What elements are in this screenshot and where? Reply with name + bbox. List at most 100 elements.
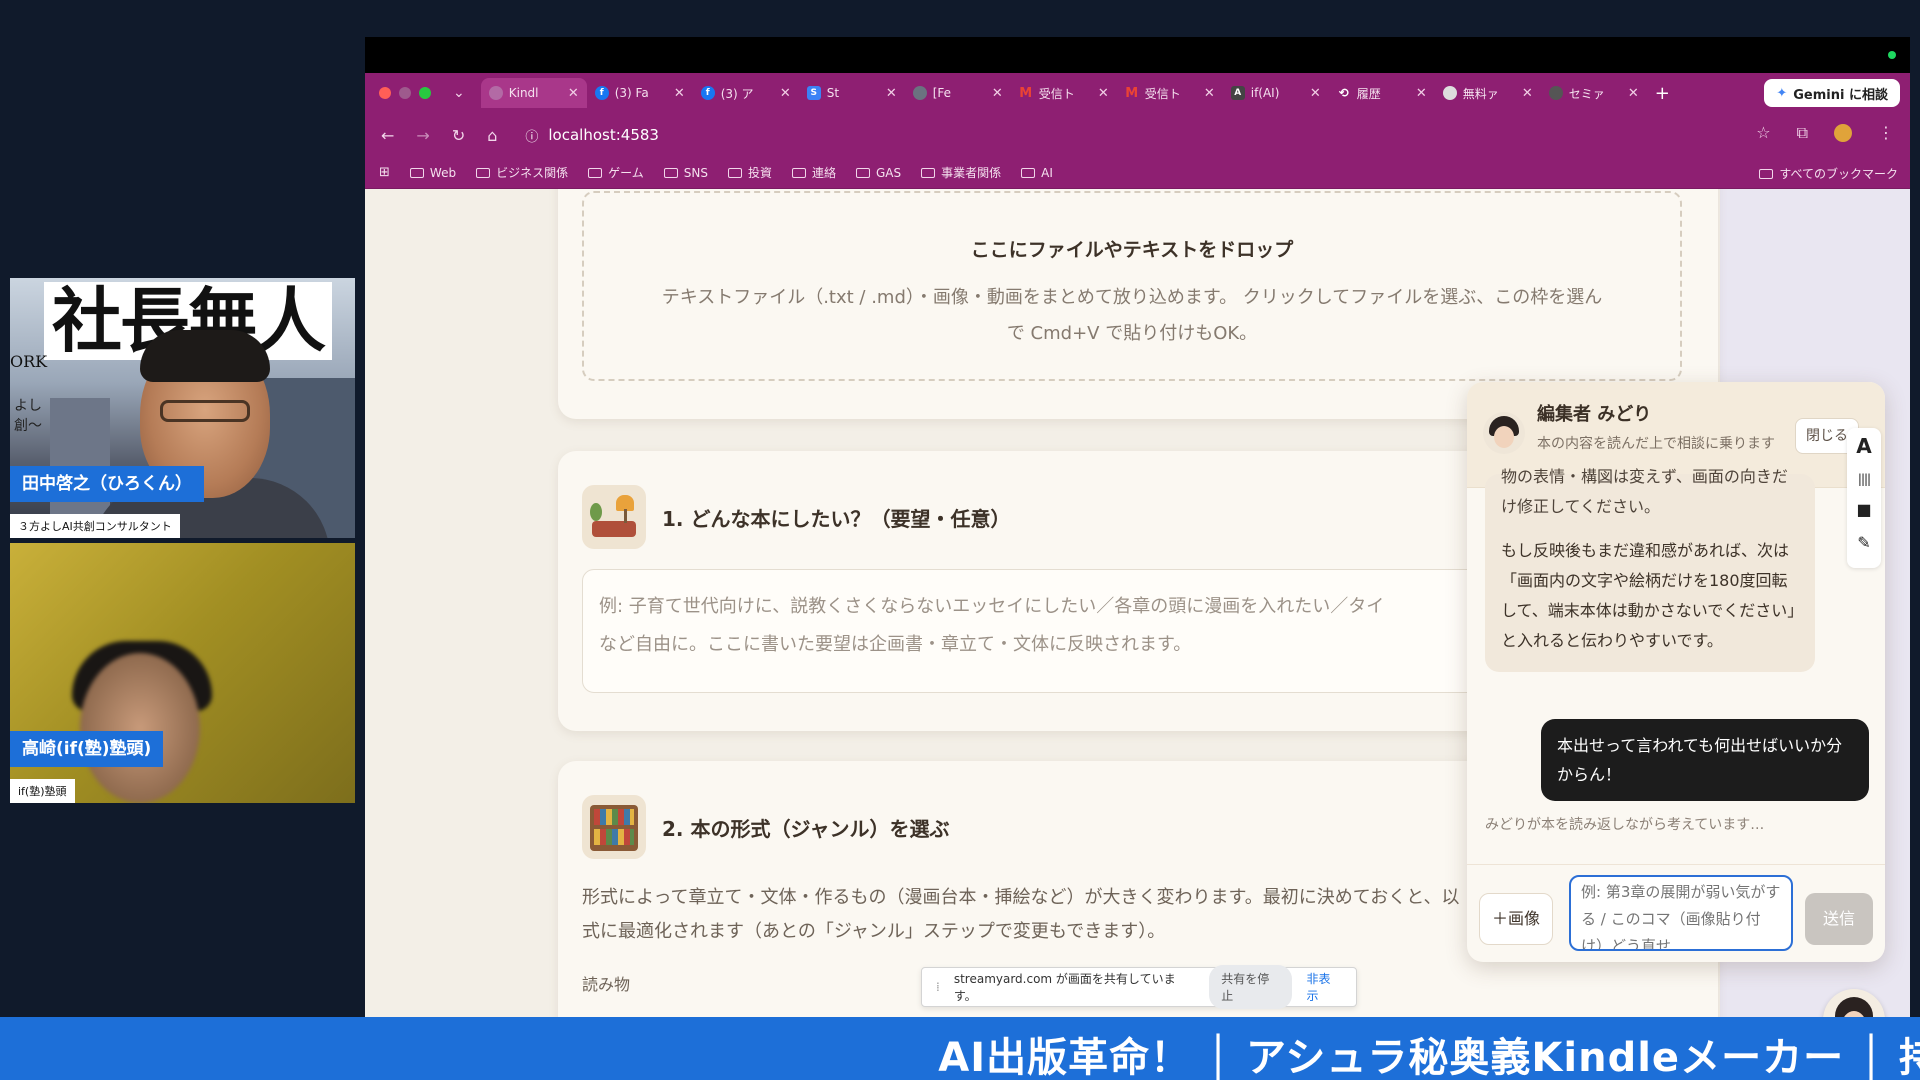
bookmark-folder-invest[interactable]: 投資 [727, 164, 772, 181]
bookmark-label: 投資 [747, 166, 772, 180]
file-dropzone[interactable]: ここにファイルやテキストをドロップ テキストファイル（.txt / .md）・画… [582, 191, 1682, 381]
apps-grid-icon[interactable]: ⊞ [379, 165, 390, 180]
stop-sharing-button[interactable]: 共有を停止 [1209, 965, 1293, 1009]
folder-icon [855, 167, 870, 178]
tab-label: [Fe [932, 86, 952, 100]
participant-name-tag: 高崎(if(塾)塾頭) [10, 731, 164, 767]
genre-option-label[interactable]: 読み物 [582, 971, 630, 995]
dropzone-description-line: で Cmd+V で貼り付けもOK。 [1006, 323, 1258, 344]
back-arrow-icon[interactable]: ← [381, 126, 394, 145]
shape-tool-icon[interactable]: ■ [1856, 500, 1871, 519]
home-icon[interactable]: ⌂ [487, 126, 497, 145]
url-field[interactable]: ⓘ localhost:4583 [525, 126, 659, 145]
globe-icon [912, 86, 927, 100]
participant-title-tag: ３方よしAI共創コンサルタント [10, 514, 180, 538]
bookmark-folder-gas[interactable]: GAS [855, 166, 901, 180]
tab-free[interactable]: 無料ァ ✕ [1435, 78, 1541, 108]
ticker-text: AI出版革命！ │ アシュラ秘奥義Kindleメーカー │ 持 [938, 1035, 1920, 1080]
pen-tool-icon[interactable]: ✎ [1857, 533, 1870, 552]
tab-search-chevron-icon[interactable]: ⌄ [453, 85, 465, 101]
close-tab-icon[interactable]: ✕ [1522, 86, 1533, 101]
tab-seminar[interactable]: セミァ ✕ [1541, 78, 1647, 108]
bookmark-label: Web [429, 165, 457, 180]
menu-dots-icon[interactable]: ⋮ [1878, 123, 1894, 143]
extensions-icon[interactable]: ⧉ [1797, 123, 1808, 143]
tab-fe[interactable]: [Fe ✕ [905, 78, 1011, 108]
bookmark-folder-sns[interactable]: SNS [663, 166, 708, 180]
s-icon: S [806, 86, 821, 100]
share-status-text: streamyard.com が画面を共有しています。 [953, 972, 1176, 1003]
close-tab-icon[interactable]: ✕ [1628, 86, 1639, 101]
add-image-button[interactable]: ＋画像 [1479, 893, 1554, 945]
tab-label: 無料ァ [1462, 86, 1499, 101]
folder-icon [1759, 168, 1774, 179]
tab-st[interactable]: S St ✕ [799, 78, 905, 108]
section-title: 2. 本の形式（ジャンル）を選ぶ [662, 816, 950, 841]
send-button[interactable]: 送信 [1805, 893, 1873, 945]
folder-icon [588, 167, 603, 178]
tab-history[interactable]: ⟲ 履歴 ✕ [1329, 78, 1435, 108]
minimize-window-icon[interactable] [399, 87, 411, 99]
reload-icon[interactable]: ↻ [452, 126, 465, 145]
chat-input[interactable] [1569, 875, 1793, 951]
history-icon: ⟲ [1338, 86, 1349, 100]
editor-avatar [1483, 412, 1525, 454]
close-tab-icon[interactable]: ✕ [780, 86, 791, 101]
url-text: localhost:4583 [548, 126, 659, 144]
close-tab-icon[interactable]: ✕ [1098, 86, 1109, 101]
tab-label: セミァ [1568, 86, 1605, 101]
gemini-sparkle-icon: ✦ [1776, 85, 1788, 101]
all-bookmarks[interactable]: すべてのブックマーク [1759, 165, 1898, 182]
screen-share-bar: ⁞ streamyard.com が画面を共有しています。 共有を停止 非表示 [921, 965, 1357, 1009]
screen-top-bar [365, 37, 1910, 73]
maximize-window-icon[interactable] [419, 87, 431, 99]
new-tab-button[interactable]: + [1655, 83, 1670, 104]
tab-label: 履歴 [1356, 86, 1381, 101]
participant-face [80, 653, 200, 803]
kindle-icon [488, 86, 503, 100]
bookmark-folder-ai[interactable]: AI [1021, 166, 1053, 180]
bookmark-folder-game[interactable]: ゲーム [588, 164, 644, 181]
tab-strip: ⌄ Kindl ✕ f (3) Fa ✕ f (3) ア ✕ S St ✕ [F… [365, 73, 1910, 113]
close-tab-icon[interactable]: ✕ [886, 86, 897, 101]
folder-icon [727, 167, 742, 178]
close-tab-icon[interactable]: ✕ [568, 86, 579, 101]
bookmark-star-icon[interactable]: ☆ [1756, 123, 1770, 143]
profile-avatar-icon[interactable] [1834, 124, 1852, 142]
tab-label: 受信ト [1144, 86, 1181, 101]
dropzone-title: ここにファイルやテキストをドロップ [970, 239, 1294, 261]
section-title: 1. どんな本にしたい？（要望・任意） [662, 506, 1011, 531]
tab-gmail-2[interactable]: M 受信ト ✕ [1117, 78, 1223, 108]
close-tab-icon[interactable]: ✕ [674, 86, 685, 101]
close-tab-icon[interactable]: ✕ [1204, 86, 1215, 101]
close-tab-icon[interactable]: ✕ [1310, 86, 1321, 101]
stroke-width-icon[interactable]: |||| [1858, 472, 1871, 486]
bookmark-folder-business[interactable]: ビジネス関係 [476, 164, 568, 181]
bookmark-label: 事業者関係 [941, 166, 1002, 180]
close-window-icon[interactable] [379, 87, 391, 99]
bookmark-folder-business-partners[interactable]: 事業者関係 [921, 164, 1001, 181]
tab-gmail-1[interactable]: M 受信ト ✕ [1011, 78, 1117, 108]
close-tab-icon[interactable]: ✕ [1416, 86, 1427, 101]
tab-if-ai[interactable]: A if(AI) ✕ [1223, 78, 1329, 108]
tab-label: (3) Fa [614, 86, 649, 100]
assistant-message: 物の表情・構図は変えず、画面の向きだけ修正してください。 もし反映後もまだ違和感… [1485, 467, 1815, 672]
site-info-icon[interactable]: ⓘ [525, 126, 538, 145]
dropzone-description-line: テキストファイル（.txt / .md）・画像・動画をまとめて放り込めます。 ク… [661, 287, 1603, 308]
forward-arrow-icon[interactable]: → [416, 126, 429, 145]
tab-facebook-1[interactable]: f (3) Fa ✕ [587, 78, 693, 108]
gemini-button[interactable]: ✦ Gemini に相談 [1764, 79, 1900, 107]
bookmark-label: ゲーム [608, 166, 644, 180]
bookmark-folder-web[interactable]: Web [409, 165, 457, 180]
facebook-icon: f [594, 86, 609, 100]
tab-kindle[interactable]: Kindl ✕ [480, 78, 587, 108]
bookshelf-icon [582, 795, 646, 859]
hide-share-bar-button[interactable]: 非表示 [1306, 970, 1342, 1004]
drag-handle-icon[interactable]: ⁞ [936, 980, 940, 994]
bookmark-folder-contact[interactable]: 連絡 [791, 164, 836, 181]
tab-facebook-2[interactable]: f (3) ア ✕ [693, 78, 799, 108]
participant-title-tag: if(塾)塾頭 [10, 779, 75, 803]
close-tab-icon[interactable]: ✕ [992, 86, 1003, 101]
folder-icon [663, 167, 678, 178]
text-tool-icon[interactable]: A [1856, 434, 1871, 458]
